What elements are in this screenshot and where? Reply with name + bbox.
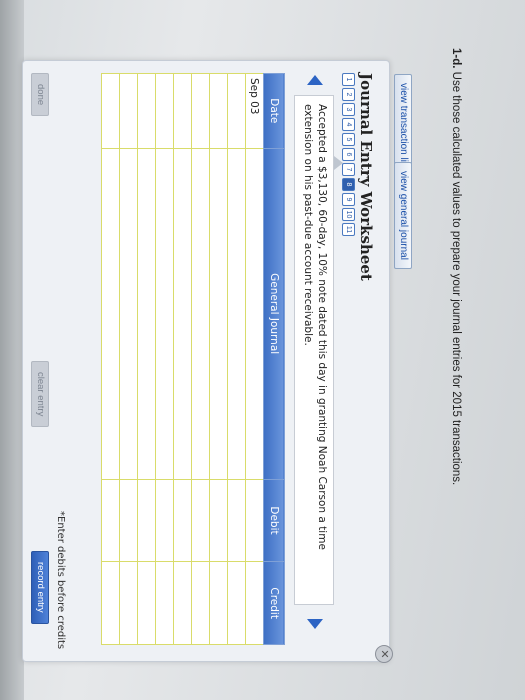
step-button[interactable]: 6 (342, 148, 355, 161)
account-cell[interactable] (191, 148, 210, 480)
account-cell[interactable] (209, 148, 228, 480)
step-button[interactable]: 3 (342, 103, 355, 116)
table-row (137, 73, 156, 645)
debit-cell[interactable] (191, 479, 210, 562)
date-cell[interactable] (173, 73, 192, 149)
step-button[interactable]: 11 (342, 223, 355, 236)
table-row (227, 73, 246, 645)
account-cell[interactable] (119, 148, 138, 480)
table-row: Sep 03 (245, 73, 264, 645)
credit-cell[interactable] (191, 561, 210, 645)
debits-hint: *Enter debits before credits (55, 511, 66, 650)
header-debit: Debit (263, 479, 285, 562)
arrow-left-icon[interactable] (307, 75, 323, 85)
done-button[interactable]: done (31, 73, 49, 117)
table-row (173, 73, 192, 645)
account-cell[interactable] (245, 148, 264, 480)
step-button[interactable]: 5 (342, 133, 355, 146)
close-icon[interactable]: ✕ (375, 645, 393, 663)
date-cell[interactable] (119, 73, 138, 149)
clear-entry-button[interactable]: clear entry (31, 361, 49, 428)
credit-cell[interactable] (119, 561, 138, 645)
rotated-page: 1-d. Use those calculated values to prep… (8, 36, 468, 676)
step-button[interactable]: 7 (342, 163, 355, 176)
account-cell[interactable] (227, 148, 246, 480)
credit-cell[interactable] (137, 561, 156, 645)
debit-cell[interactable] (173, 479, 192, 562)
step-button[interactable]: 10 (342, 208, 355, 221)
step-button[interactable]: 1 (342, 73, 355, 86)
debit-cell[interactable] (227, 479, 246, 562)
table-row (191, 73, 210, 645)
debit-cell[interactable] (101, 479, 120, 562)
account-cell[interactable] (101, 148, 120, 480)
step-button[interactable]: 4 (342, 118, 355, 131)
table-row (209, 73, 228, 645)
debit-cell[interactable] (209, 479, 228, 562)
table-row (155, 73, 174, 645)
credit-cell[interactable] (245, 561, 264, 645)
journal-entry-worksheet-panel: ✕ Journal Entry Worksheet 1 2 3 4 5 6 7 8 9 10 11 … (22, 60, 393, 663)
date-cell[interactable] (137, 73, 156, 149)
step-button[interactable]: 8 (342, 178, 355, 191)
debit-cell[interactable] (245, 479, 264, 562)
worksheet-title: Journal Entry Worksheet (357, 73, 375, 281)
account-cell[interactable] (173, 148, 192, 480)
date-cell[interactable] (101, 73, 120, 149)
date-cell[interactable] (227, 73, 246, 149)
table-row (101, 73, 120, 645)
active-step-pointer (334, 156, 343, 170)
step-navigation: 1 2 3 4 5 6 7 8 9 10 11 (342, 73, 355, 236)
question-text: Use those calculated values to prepare y… (450, 71, 462, 486)
record-entry-button[interactable]: record entry (31, 551, 49, 624)
journal-table: Date General Journal Debit Credit Sep 03 (101, 73, 285, 645)
journal-rows: Sep 03 (101, 73, 264, 645)
credit-cell[interactable] (227, 561, 246, 645)
credit-cell[interactable] (209, 561, 228, 645)
date-cell[interactable] (155, 73, 174, 149)
question-label: 1-d. (450, 48, 462, 69)
transaction-description: Accepted a $3,130, 60-day, 10% note date… (294, 95, 334, 605)
view-general-journal-tab[interactable]: view general journal (394, 162, 412, 269)
step-button[interactable]: 2 (342, 88, 355, 101)
debit-cell[interactable] (137, 479, 156, 562)
date-cell[interactable]: Sep 03 (245, 73, 264, 149)
step-button[interactable]: 9 (342, 193, 355, 206)
header-date: Date (263, 73, 285, 149)
header-credit: Credit (263, 561, 285, 645)
credit-cell[interactable] (101, 561, 120, 645)
date-cell[interactable] (209, 73, 228, 149)
question-prompt: 1-d. Use those calculated values to prep… (450, 48, 462, 668)
date-cell[interactable] (191, 73, 210, 149)
account-cell[interactable] (137, 148, 156, 480)
debit-cell[interactable] (119, 479, 138, 562)
table-row (119, 73, 138, 645)
credit-cell[interactable] (155, 561, 174, 645)
credit-cell[interactable] (173, 561, 192, 645)
account-cell[interactable] (155, 148, 174, 480)
debit-cell[interactable] (155, 479, 174, 562)
header-general-journal: General Journal (263, 148, 285, 480)
arrow-right-icon[interactable] (307, 619, 323, 629)
